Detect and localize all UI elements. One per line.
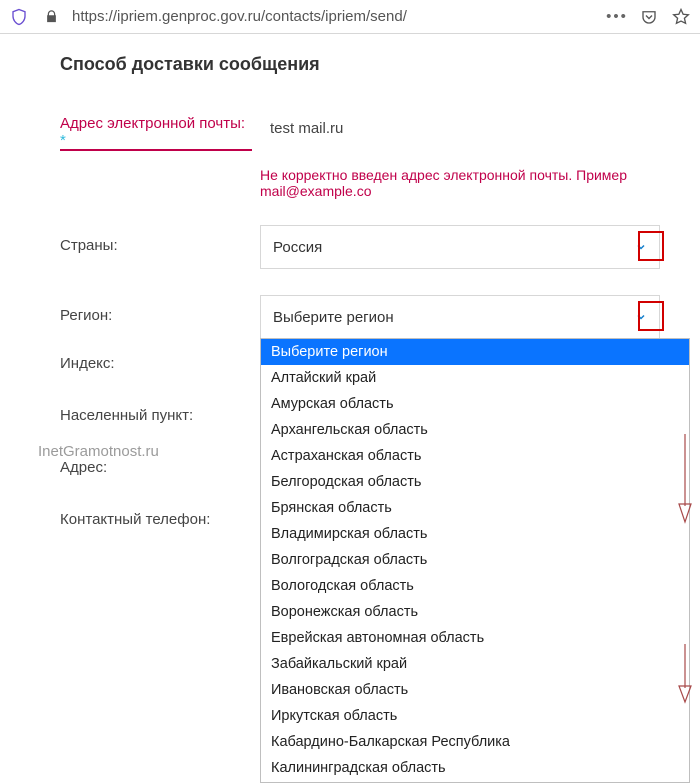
region-option[interactable]: Белгородская область: [261, 469, 689, 495]
city-label: Населенный пункт:: [60, 395, 260, 424]
country-select[interactable]: Россия: [260, 225, 660, 269]
browser-address-bar: https://ipriem.genproc.gov.ru/contacts/i…: [0, 0, 700, 34]
email-field[interactable]: [260, 111, 660, 145]
region-option[interactable]: Кабардино-Балкарская Республика: [261, 729, 689, 755]
region-option[interactable]: Выберите регион: [261, 339, 689, 365]
region-option[interactable]: Вологодская область: [261, 573, 689, 599]
region-option[interactable]: Волгоградская область: [261, 547, 689, 573]
region-option[interactable]: Забайкальский край: [261, 651, 689, 677]
form-page: Способ доставки сообщения Адрес электрон…: [0, 34, 700, 545]
page-title: Способ доставки сообщения: [60, 54, 660, 75]
region-selected: Выберите регион: [273, 309, 394, 326]
url-text[interactable]: https://ipriem.genproc.gov.ru/contacts/i…: [72, 8, 596, 25]
phone-label: Контактный телефон:: [60, 499, 260, 528]
required-asterisk: *: [60, 132, 66, 149]
region-select[interactable]: Выберите регион: [260, 295, 660, 339]
region-option[interactable]: Калининградская область: [261, 755, 689, 781]
row-region: Регион: Выберите регион Выберите регионА…: [60, 295, 660, 341]
region-option[interactable]: Владимирская область: [261, 521, 689, 547]
index-label: Индекс:: [60, 343, 260, 372]
more-icon[interactable]: •••: [606, 8, 628, 25]
region-option[interactable]: Воронежская область: [261, 599, 689, 625]
region-option[interactable]: Еврейская автономная область: [261, 625, 689, 651]
region-dropdown[interactable]: Выберите регионАлтайский крайАмурская об…: [260, 338, 690, 783]
region-option[interactable]: Архангельская область: [261, 417, 689, 443]
country-label: Страны:: [60, 225, 260, 254]
region-option[interactable]: Иркутская область: [261, 703, 689, 729]
row-country: Страны: Россия: [60, 225, 660, 271]
region-option[interactable]: Астраханская область: [261, 443, 689, 469]
star-icon[interactable]: [670, 7, 692, 27]
region-option[interactable]: Брянская область: [261, 495, 689, 521]
email-error: Не корректно введен адрес электронной по…: [60, 163, 660, 199]
region-option[interactable]: Алтайский край: [261, 365, 689, 391]
lock-icon[interactable]: [40, 9, 62, 24]
email-label-text: Адрес электронной почты:: [60, 115, 245, 132]
email-label: Адрес электронной почты: *: [60, 111, 252, 151]
row-email: Адрес электронной почты: *: [60, 111, 660, 157]
country-selected: Россия: [273, 239, 322, 256]
chevron-down-icon: [635, 241, 647, 253]
region-option[interactable]: Амурская область: [261, 391, 689, 417]
shield-icon[interactable]: [8, 8, 30, 26]
chevron-down-icon: [635, 311, 647, 323]
watermark: InetGramotnost.ru: [38, 443, 159, 460]
pocket-icon[interactable]: [638, 8, 660, 26]
region-option[interactable]: Ивановская область: [261, 677, 689, 703]
region-label: Регион:: [60, 295, 260, 324]
